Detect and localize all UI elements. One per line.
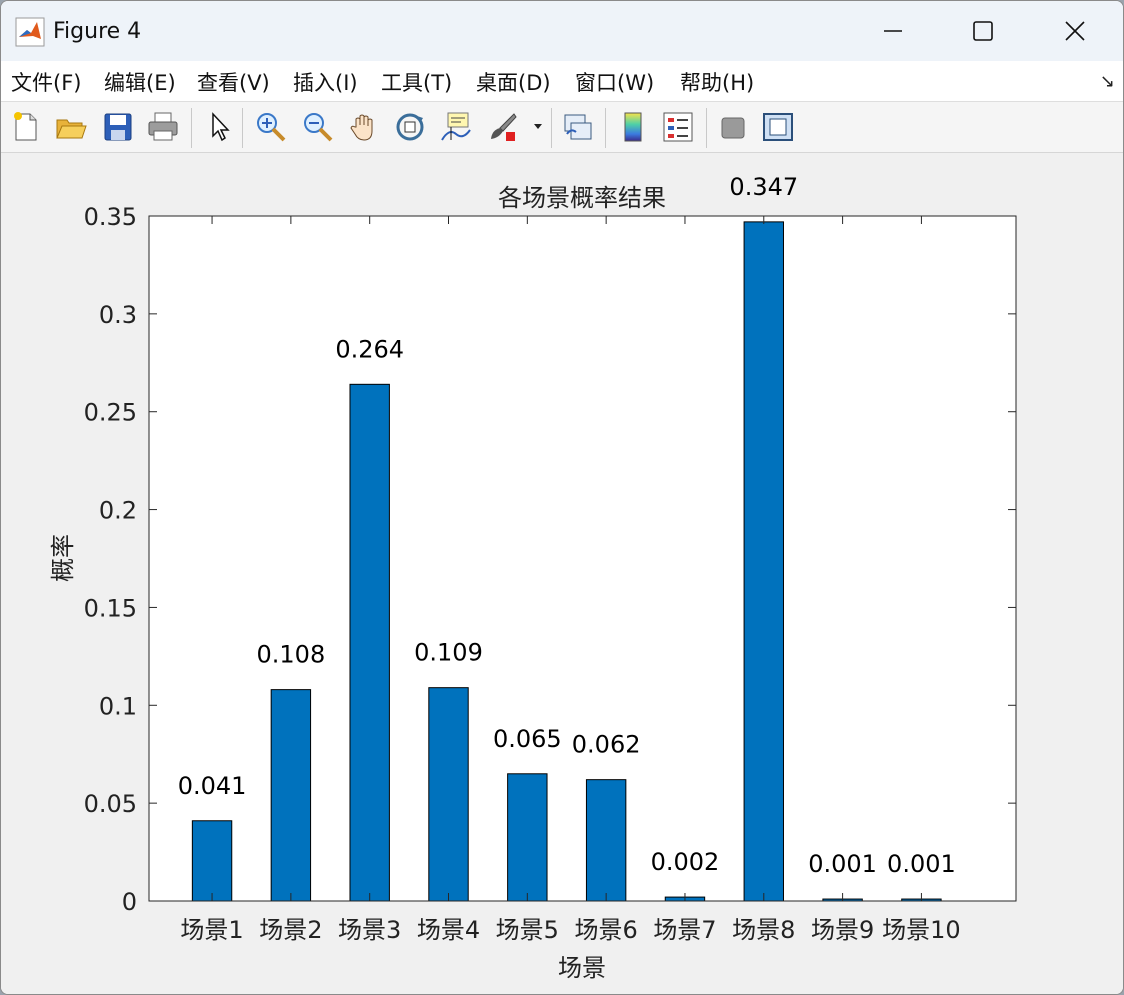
menu-view[interactable]: 查看(V)	[197, 67, 270, 97]
bar	[743, 221, 784, 902]
x-tick-label: 场景7	[653, 916, 716, 944]
y-tick-label: 0.25	[84, 399, 137, 427]
select-pointer-icon[interactable]	[203, 110, 237, 144]
zoom-in-icon[interactable]	[254, 110, 288, 144]
brush-dropdown-icon[interactable]	[532, 122, 544, 132]
bar-chart: 00.050.10.150.20.250.30.35 场景1 场景2 场景3 场景4 场…	[49, 173, 1017, 982]
bar	[191, 820, 233, 902]
zoom-out-icon[interactable]	[301, 110, 335, 144]
close-button[interactable]	[1029, 1, 1121, 61]
toolbar-separator	[242, 108, 243, 148]
link-plot-icon[interactable]	[561, 110, 595, 144]
bar	[507, 773, 548, 902]
data-label: 0.065	[493, 725, 562, 753]
x-tick-label: 场景5	[496, 916, 559, 944]
hide-plot-tools-icon[interactable]	[716, 110, 750, 144]
x-tick-label: 场景6	[575, 916, 638, 944]
menu-desktop[interactable]: 桌面(D)	[476, 67, 551, 97]
x-tick-label: 场景2	[259, 916, 322, 944]
new-figure-icon[interactable]	[9, 110, 43, 144]
y-tick-label: 0.15	[84, 594, 137, 622]
menu-window[interactable]: 窗口(W)	[575, 67, 654, 97]
title-bar: Figure 4	[1, 1, 1123, 61]
open-file-icon[interactable]	[54, 110, 88, 144]
menu-edit[interactable]: 编辑(E)	[104, 67, 176, 97]
x-tick-label: 场景10	[882, 916, 961, 944]
x-axis-label: 场景	[558, 954, 606, 982]
menu-bar: 文件(F) 编辑(E) 查看(V) 插入(I) 工具(T) 桌面(D) 窗口(W…	[1, 61, 1123, 102]
data-label: 0.109	[414, 639, 483, 667]
x-tick-label: 场景9	[811, 916, 874, 944]
data-label: 0.002	[651, 848, 720, 876]
y-tick-label: 0.35	[84, 203, 137, 231]
figure-window: Figure 4 文件(F) 编辑(E) 查看(V) 插入(I) 工具(T) 桌…	[0, 0, 1124, 995]
window-title: Figure 4	[53, 19, 142, 44]
y-tick-label: 0.05	[84, 790, 137, 818]
data-label: 0.108	[257, 641, 326, 669]
y-axis-label: 概率	[49, 534, 77, 582]
bar	[349, 383, 390, 902]
menu-insert[interactable]: 插入(I)	[293, 67, 358, 97]
menu-help[interactable]: 帮助(H)	[680, 67, 754, 97]
y-tick-labels: 0 0.05 0.1 0.15 0.2 0.25 0.3 0.35	[84, 203, 137, 916]
x-tick-labels: 场景1 场景2 场景3 场景4 场景5 场景6 场景7 场景8 场景9 场景10	[180, 916, 960, 944]
bar	[585, 779, 627, 902]
data-label: 0.001	[887, 850, 956, 878]
pan-hand-icon[interactable]	[347, 110, 381, 144]
rotate-3d-icon[interactable]	[393, 110, 427, 144]
dock-arrow-icon[interactable]: ↘	[1100, 71, 1115, 92]
data-label: 0.041	[178, 772, 247, 800]
brush-icon[interactable]	[486, 110, 520, 144]
y-tick-label: 0.2	[99, 497, 137, 525]
menu-tools[interactable]: 工具(T)	[381, 67, 452, 97]
colorbar-icon[interactable]	[616, 110, 650, 144]
bar	[428, 687, 469, 902]
y-tick-label: 0.3	[99, 301, 137, 329]
x-tick-label: 场景1	[180, 916, 243, 944]
x-tick-label: 场景4	[417, 916, 480, 944]
data-label: 0.062	[572, 731, 641, 759]
maximize-button[interactable]	[937, 1, 1029, 61]
toolbar-separator	[706, 108, 707, 148]
chart-title: 各场景概率结果	[498, 184, 666, 212]
data-cursor-icon[interactable]	[439, 110, 473, 144]
matlab-logo-icon	[15, 17, 45, 47]
menu-file[interactable]: 文件(F)	[11, 67, 81, 97]
toolbar-separator	[551, 108, 552, 148]
figure-canvas: 0 0.05 0.1 0.15 0.2 0.25 0.3 0.35 场景1 场景2 场景3 场景4 场…	[1, 153, 1123, 994]
y-tick-label: 0.1	[99, 692, 137, 720]
toolbar-separator	[191, 108, 192, 148]
figure-toolbar	[1, 102, 1123, 153]
legend-icon[interactable]	[661, 110, 695, 144]
maximize-icon	[973, 21, 993, 41]
bar	[270, 689, 312, 902]
save-icon[interactable]	[101, 110, 135, 144]
x-tick-label: 场景8	[732, 916, 795, 944]
show-plot-tools-icon[interactable]	[761, 110, 795, 144]
toolbar-separator	[605, 108, 606, 148]
print-icon[interactable]	[146, 110, 180, 144]
x-tick-label: 场景3	[338, 916, 401, 944]
minimize-button[interactable]	[847, 1, 939, 61]
data-label: 0.001	[808, 850, 877, 878]
close-icon	[1065, 21, 1085, 41]
data-label: 0.347	[729, 173, 798, 201]
y-tick-label: 0	[122, 888, 137, 916]
data-label: 0.264	[335, 335, 404, 363]
minimize-icon	[884, 30, 902, 32]
